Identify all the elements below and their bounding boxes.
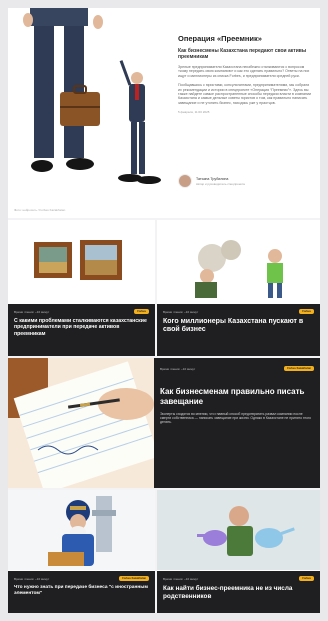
article-title: Что нужно знать при передаче бизнеса "с …: [14, 585, 148, 596]
reading-time: Время чтения: ~10 минут: [163, 576, 199, 581]
avatar: [178, 174, 192, 188]
category-badge: Forbes: [134, 309, 149, 314]
watering-man-illustration: [157, 490, 320, 570]
writing-hand-illustration: [8, 358, 154, 488]
article-card-4[interactable]: Время чтения: ~10 минут Forbes Kazakhsta…: [8, 490, 155, 613]
article-card-5[interactable]: Время чтения: ~10 минут Forbes Как найти…: [157, 490, 320, 613]
reading-time: Время чтения: ~10 минут: [14, 309, 50, 314]
article-title: Кого миллионеры Казахстана пускают в сво…: [163, 318, 304, 334]
article-title: С какими проблемами сталкиваются казахст…: [14, 318, 147, 337]
page-subtitle: Как бизнесмены Казахстана передают свои …: [178, 48, 307, 60]
category-badge: Forbes: [299, 309, 314, 314]
author-role: Автор и руководитель спецпроекта: [196, 181, 245, 186]
card-caption-bar: Время чтения: ~10 минут Forbes Kazakhsta…: [8, 571, 155, 613]
hero-illustration: [12, 8, 172, 208]
category-badge: Forbes Kazakhstan: [284, 366, 314, 371]
intro-paragraph-1: Зрелые предприниматели Казахстана неизбе…: [178, 65, 310, 78]
reading-time: Время чтения: ~10 минут: [14, 576, 50, 581]
hero-caption: Фото: нейросеть / Forbes Kazakhstan: [14, 208, 66, 212]
card-caption-bar: Время чтения: ~10 минут Forbes Кого милл…: [157, 304, 320, 356]
people-illustration: [157, 220, 320, 300]
author-block[interactable]: Татьяна Трубилина Автор и руководитель с…: [178, 174, 245, 188]
elder-statue-illustration: [8, 490, 155, 570]
page-title: Операция «Преемник»: [178, 34, 262, 43]
article-card-3[interactable]: Время чтения: ~10 минут Forbes Kazakhsta…: [8, 358, 320, 488]
reading-time: Время чтения: ~10 минут: [163, 309, 199, 314]
category-badge: Forbes: [299, 576, 314, 581]
article-title: Как бизнесменам правильно писать завещан…: [160, 387, 305, 406]
author-name: Татьяна Трубилина: [196, 176, 229, 181]
card-content: Время чтения: ~10 минут Forbes Kazakhsta…: [160, 366, 314, 425]
card-caption-bar: Время чтения: ~10 минут Forbes С какими …: [8, 304, 155, 356]
card-caption-bar: Время чтения: ~10 минут Forbes Как найти…: [157, 571, 320, 613]
article-card-2[interactable]: Время чтения: ~10 минут Forbes Кого милл…: [157, 220, 320, 356]
publish-date: 5 февраля, 11:00 2025: [178, 110, 210, 115]
reading-time: Время чтения: ~10 минут: [160, 366, 196, 371]
special-project-page: Фото: нейросеть / Forbes Kazakhstan Опер…: [8, 8, 320, 613]
intro-paragraph-2: Пообщавшись с юристами, консультантами, …: [178, 83, 311, 105]
hero-section: Фото: нейросеть / Forbes Kazakhstan Опер…: [8, 8, 320, 218]
article-title: Как найти бизнес-преемника не из числа р…: [163, 585, 293, 600]
category-badge: Forbes Kazakhstan: [119, 576, 149, 581]
hero-text: Операция «Преемник» Как бизнесмены Казах…: [178, 34, 314, 114]
article-card-1[interactable]: Время чтения: ~10 минут Forbes С какими …: [8, 220, 155, 356]
article-description: Эксперты сходятся во мнении, что главный…: [160, 412, 312, 425]
paintings-illustration: [8, 220, 155, 300]
